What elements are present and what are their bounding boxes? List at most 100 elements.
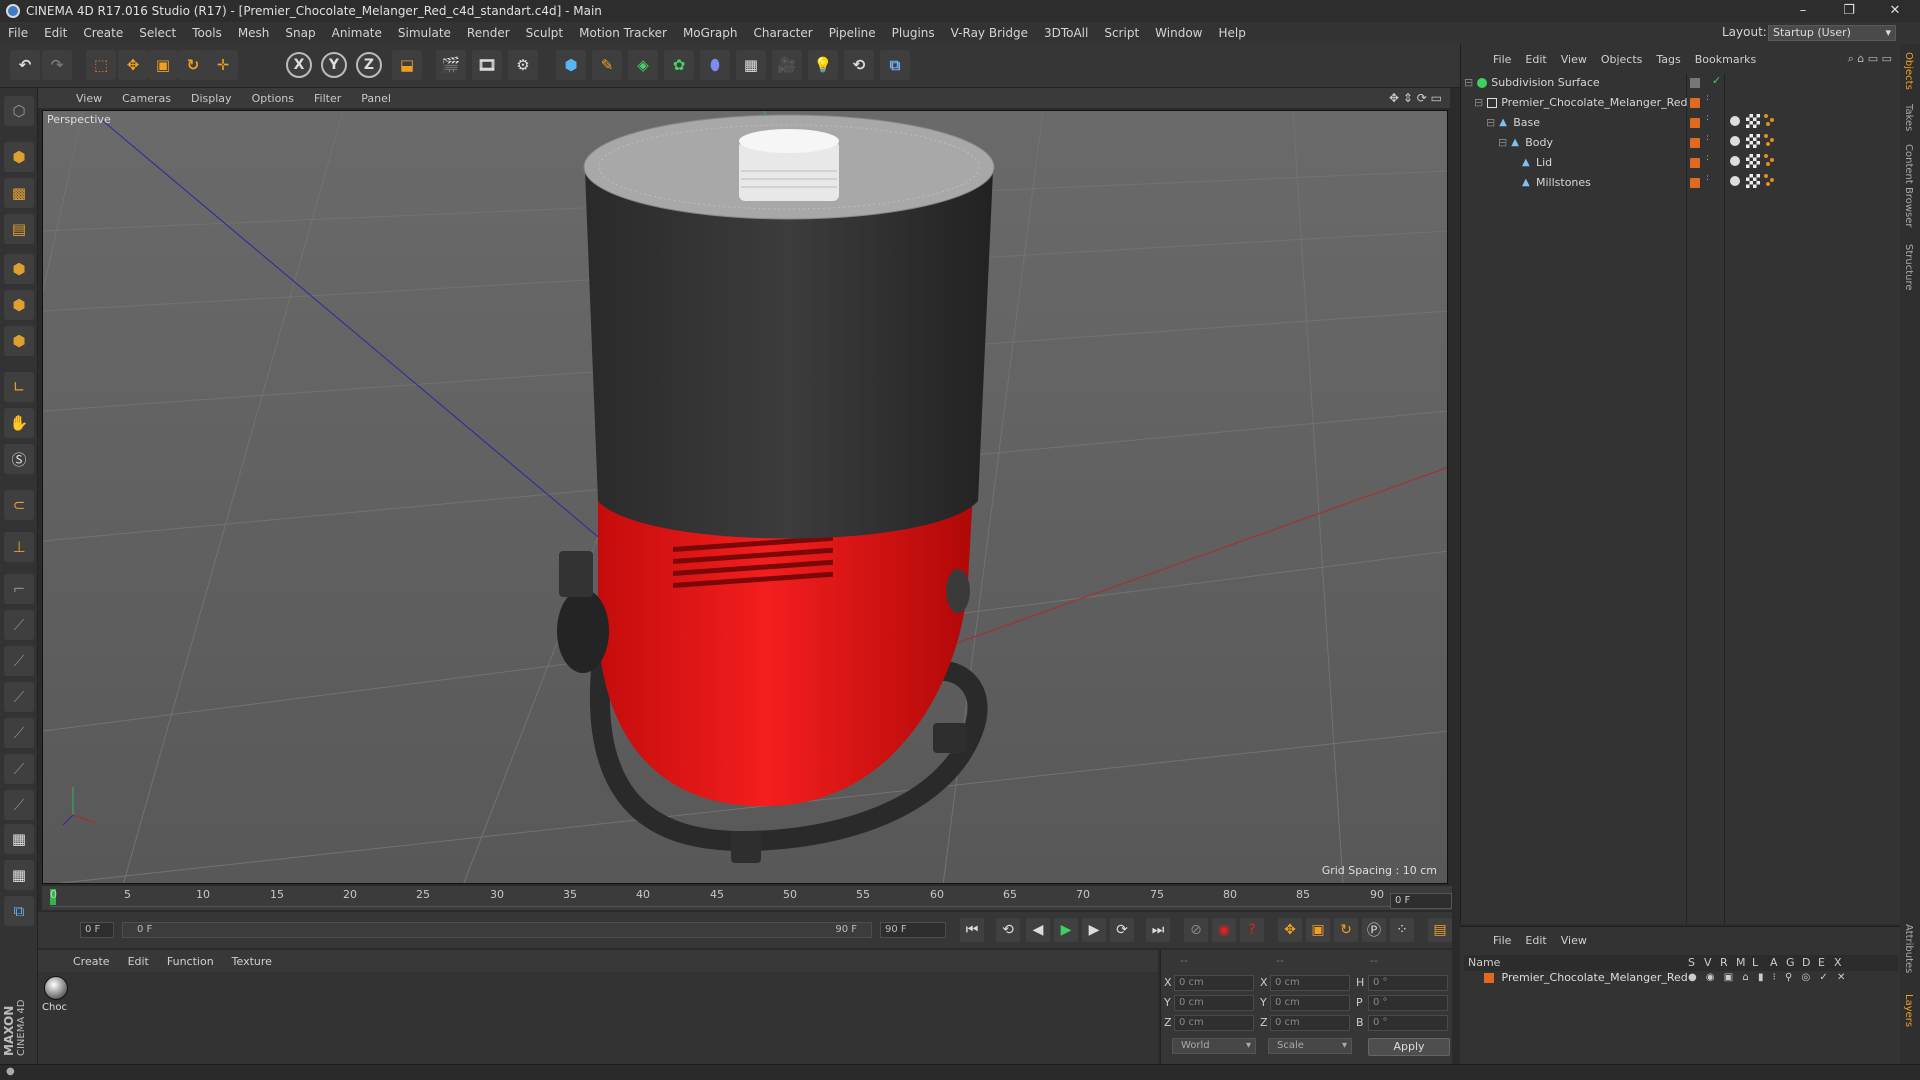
position-y-field[interactable]: 0 cm — [1174, 995, 1254, 1011]
position-x-field[interactable]: 0 cm — [1174, 975, 1254, 991]
position-z-field[interactable]: 0 cm — [1174, 1015, 1254, 1031]
make-editable-button[interactable]: ⬡ — [4, 96, 34, 126]
menu-create[interactable]: Create — [75, 26, 131, 40]
coordinate-space-dropdown[interactable]: World ▾ — [1172, 1038, 1256, 1054]
x-axis-lock-button[interactable]: X — [286, 52, 312, 78]
object-row-subdivision-surface[interactable]: ⊟ Subdivision Surface — [1464, 74, 1686, 92]
object-row-base[interactable]: ⊟ ▲ Base — [1464, 114, 1686, 132]
texture-mode-button[interactable]: ▩ — [4, 178, 34, 208]
keyframe-selection-button[interactable]: ? — [1240, 918, 1264, 942]
viewport-menu-cameras[interactable]: Cameras — [112, 92, 181, 105]
record-pla-button[interactable]: ⁘ — [1390, 918, 1414, 942]
render-settings-button[interactable]: ⚙ — [508, 50, 538, 80]
layer-color-tag[interactable] — [1690, 138, 1700, 148]
material-name[interactable]: Choc — [42, 1002, 67, 1013]
y-axis-lock-button[interactable]: Y — [321, 52, 347, 78]
previous-frame-button[interactable]: ◀ — [1026, 918, 1050, 942]
points-mode-button[interactable]: ⬢ — [4, 254, 34, 284]
sculpt-mask-button[interactable]: ⟋ — [4, 790, 34, 820]
apply-button[interactable]: Apply — [1368, 1038, 1450, 1056]
phong-tag-icon[interactable] — [1728, 154, 1742, 168]
edges-mode-button[interactable]: ⬢ — [4, 290, 34, 320]
sculpt-pull-button[interactable]: ⟋ — [4, 682, 34, 712]
object-menu-bookmarks[interactable]: Bookmarks — [1688, 53, 1763, 66]
viewport-menu-view[interactable]: View — [66, 92, 112, 105]
material-tag-icon[interactable] — [1764, 174, 1776, 186]
layer-menu-view[interactable]: View — [1554, 934, 1594, 947]
layer-color-tag[interactable] — [1690, 158, 1700, 168]
layer-color-tag[interactable] — [1690, 118, 1700, 128]
viewport-menu-filter[interactable]: Filter — [304, 92, 351, 105]
layer-color-tag[interactable] — [1690, 98, 1700, 108]
viewport-menu-options[interactable]: Options — [242, 92, 304, 105]
sketch-toon-button[interactable]: ⟲ — [844, 50, 874, 80]
layer-flag-icons[interactable]: ● ◉ ▣ ⌂ ▮ ⁝ ⚲ ◎ ✓ ✕ — [1688, 970, 1848, 986]
menu-animate[interactable]: Animate — [324, 26, 390, 40]
material-tag-icon[interactable] — [1764, 114, 1776, 126]
collapse-icon[interactable]: ⊟ — [1464, 76, 1473, 89]
start-frame-field[interactable]: 0 F — [80, 922, 114, 938]
menu-tools[interactable]: Tools — [184, 26, 230, 40]
object-menu-tags[interactable]: Tags — [1649, 53, 1687, 66]
menu-window[interactable]: Window — [1147, 26, 1210, 40]
tweak-mode-button[interactable]: ✋ — [4, 408, 34, 438]
transform-tool-button[interactable]: ✛ — [208, 50, 238, 80]
collapse-icon[interactable]: ⊟ — [1498, 136, 1507, 149]
collapse-icon[interactable]: ⊟ — [1474, 96, 1483, 109]
tab-layers[interactable]: Layers — [1903, 994, 1914, 1027]
add-camera-button[interactable]: 🎥 — [772, 50, 802, 80]
tab-structure[interactable]: Structure — [1903, 244, 1914, 291]
layer-menu-edit[interactable]: Edit — [1518, 934, 1553, 947]
object-menu-objects[interactable]: Objects — [1594, 53, 1650, 66]
menu-mograph[interactable]: MoGraph — [675, 26, 746, 40]
object-row-lid[interactable]: ▲ Lid — [1464, 154, 1686, 172]
material-swatch[interactable] — [44, 976, 68, 1000]
move-tool-button[interactable]: ✥ — [118, 50, 148, 80]
play-button[interactable]: ▶ — [1054, 918, 1078, 942]
enabled-check-icon[interactable]: ✓ — [1712, 74, 1721, 87]
object-menu-file[interactable]: File — [1486, 53, 1518, 66]
axis-mode-button[interactable]: ∟ — [4, 372, 34, 402]
material-menu-texture[interactable]: Texture — [223, 955, 281, 968]
add-deformer-button[interactable]: ⬮ — [700, 50, 730, 80]
redo-button[interactable]: ↷ — [42, 50, 72, 80]
model-mode-button[interactable]: ⬢ — [4, 142, 34, 172]
layout-dropdown[interactable]: Startup (User) ▾ — [1768, 25, 1896, 41]
minimize-button[interactable]: – — [1780, 0, 1826, 22]
uvw-tag-icon[interactable] — [1746, 174, 1760, 188]
rotate-tool-button[interactable]: ↻ — [178, 50, 208, 80]
go-to-end-button[interactable]: ⏭ — [1146, 918, 1170, 942]
coordinate-mode-dropdown[interactable]: Scale ▾ — [1268, 1038, 1352, 1054]
layer-color-tag[interactable] — [1690, 178, 1700, 188]
visibility-dots-icon[interactable]: : — [1706, 134, 1709, 143]
add-subdivision-button[interactable]: ◈ — [628, 50, 658, 80]
viewport-menu-display[interactable]: Display — [181, 92, 242, 105]
collapse-icon[interactable]: ⊟ — [1486, 116, 1495, 129]
add-cube-button[interactable]: ⬢ — [556, 50, 586, 80]
visibility-toggle[interactable] — [1690, 78, 1700, 88]
visibility-dots-icon[interactable]: : — [1706, 94, 1709, 103]
magnet-tool-button[interactable]: ⊂ — [4, 490, 34, 520]
menu-render[interactable]: Render — [459, 26, 518, 40]
menu-snap[interactable]: Snap — [277, 26, 323, 40]
menu-select[interactable]: Select — [131, 26, 184, 40]
tab-attributes[interactable]: Attributes — [1903, 924, 1914, 973]
lock-workplane-button[interactable]: ⌐ — [4, 574, 34, 604]
add-mograph-button[interactable]: ✿ — [664, 50, 694, 80]
render-view-button[interactable]: 🎬 — [436, 50, 466, 80]
menu-pipeline[interactable]: Pipeline — [821, 26, 884, 40]
menu-script[interactable]: Script — [1096, 26, 1147, 40]
3d-viewport[interactable]: Perspective Grid Spacing : 10 cm — [42, 110, 1448, 884]
undo-button[interactable]: ↶ — [10, 50, 40, 80]
viewport-menu-panel[interactable]: Panel — [351, 92, 401, 105]
size-x-field[interactable]: 0 cm — [1270, 975, 1350, 991]
menu-sculpt[interactable]: Sculpt — [518, 26, 571, 40]
workplane-axis-button[interactable]: ⊥ — [4, 532, 34, 562]
object-manager-search-icon[interactable]: ⌕ ⌂ ▭ ▭ — [1848, 52, 1892, 66]
render-picture-viewer-button[interactable]: 🎞 — [472, 50, 502, 80]
add-floor-button[interactable]: ▦ — [736, 50, 766, 80]
uvw-tag-icon[interactable] — [1746, 114, 1760, 128]
quantize-button[interactable]: ▦ — [4, 860, 34, 890]
rotation-h-field[interactable]: 0 ° — [1368, 975, 1448, 991]
previous-key-button[interactable]: ⟲ — [996, 918, 1020, 942]
